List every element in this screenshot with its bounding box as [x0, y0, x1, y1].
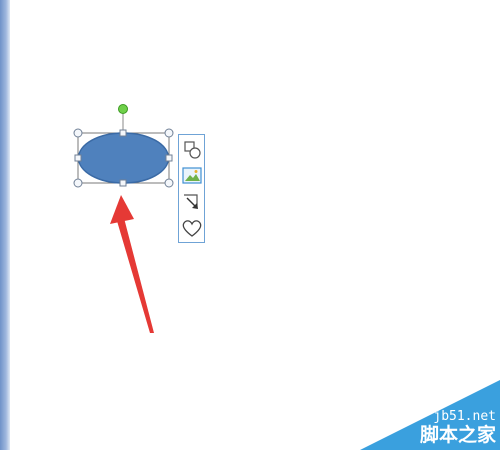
watermark-url: jb51.net: [433, 409, 496, 424]
arrow-resize-icon[interactable]: [181, 191, 203, 213]
resize-handle-top-right[interactable]: [164, 128, 174, 138]
resize-handle-bottom-left[interactable]: [73, 178, 83, 188]
resize-handle-right[interactable]: [165, 154, 173, 162]
resize-handle-top-left[interactable]: [73, 128, 83, 138]
annotation-arrow: [110, 195, 154, 333]
resize-handle-bottom[interactable]: [119, 179, 127, 187]
heart-icon[interactable]: [181, 217, 203, 239]
resize-handle-top[interactable]: [119, 129, 127, 137]
document-canvas: jb51.net 脚本之家: [0, 0, 500, 450]
picture-icon[interactable]: [181, 165, 203, 187]
resize-handle-left[interactable]: [74, 154, 82, 162]
layout-options-panel: [178, 134, 205, 243]
ellipse-shape[interactable]: [77, 132, 170, 184]
resize-handle-bottom-right[interactable]: [164, 178, 174, 188]
rotation-handle[interactable]: [118, 104, 128, 114]
watermark-site-name: 脚本之家: [419, 424, 496, 446]
wrap-shape-icon[interactable]: [181, 139, 203, 161]
